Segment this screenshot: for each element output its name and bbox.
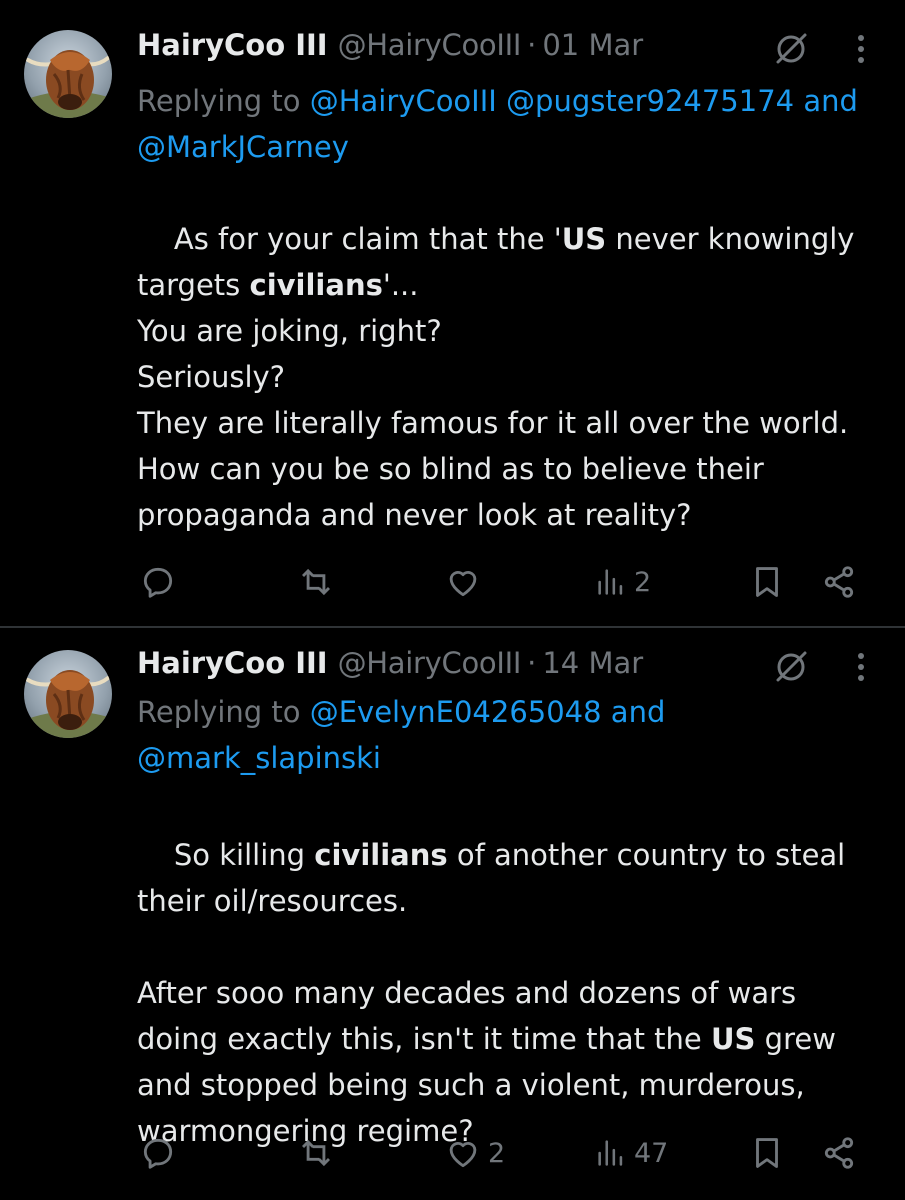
like-button[interactable] [444, 562, 488, 602]
mention-link[interactable]: @HairyCooIII @pugster92475174 [310, 84, 794, 118]
views-button[interactable]: 47 [594, 1133, 668, 1173]
share-icon [824, 1137, 854, 1169]
replying-prefix: Replying to [137, 695, 301, 729]
reply-icon [143, 1138, 173, 1169]
bold-text: civilians [314, 838, 448, 872]
handle[interactable]: @HairyCooIII [338, 646, 522, 680]
grok-icon[interactable] [772, 30, 810, 68]
bookmark-icon [756, 1138, 778, 1168]
post-date[interactable]: 01 Mar [542, 28, 643, 62]
views-icon [598, 569, 623, 595]
avatar[interactable] [24, 650, 112, 738]
display-name[interactable]: HairyCoo III [137, 28, 328, 62]
highland-cow-image [24, 50, 112, 118]
text-run: As for your claim that the ' [173, 222, 562, 256]
view-count: 2 [634, 566, 652, 598]
mention-link[interactable]: @mark_slapinski [137, 741, 381, 775]
tweet-header: HairyCoo III @HairyCooIII · 14 Mar [137, 646, 643, 686]
mention-and: and [610, 695, 666, 729]
tweet[interactable]: HairyCoo III @HairyCooIII · 14 Mar Reply… [0, 628, 905, 1200]
reply-button[interactable] [139, 1133, 183, 1173]
reply-icon [143, 567, 173, 598]
handle[interactable]: @HairyCooIII [338, 28, 522, 62]
bookmark-button[interactable] [748, 1133, 786, 1173]
action-bar: 2 [0, 562, 905, 602]
bold-text: US [711, 1022, 756, 1056]
like-icon [449, 1142, 477, 1168]
dot-separator: · [527, 646, 537, 680]
dot-separator: · [527, 28, 537, 62]
action-bar: 2 47 [0, 1133, 905, 1173]
views-icon [598, 1140, 623, 1166]
display-name[interactable]: HairyCoo III [137, 646, 328, 680]
share-button[interactable] [820, 562, 858, 602]
like-icon [449, 571, 477, 597]
text-run: So killing [173, 838, 315, 872]
replying-prefix: Replying to [137, 84, 301, 118]
avatar[interactable] [24, 30, 112, 118]
tweet-header: HairyCoo III @HairyCooIII · 01 Mar [137, 28, 643, 68]
repost-button[interactable] [297, 562, 341, 602]
post-date[interactable]: 14 Mar [542, 646, 643, 680]
mention-link[interactable]: @EvelynE04265048 [310, 695, 602, 729]
views-button[interactable]: 2 [594, 562, 651, 602]
more-icon[interactable] [848, 30, 874, 68]
mention-and: and [803, 84, 858, 118]
share-button[interactable] [820, 1133, 858, 1173]
like-count: 2 [488, 1137, 506, 1169]
repost-icon [302, 568, 330, 596]
tweet[interactable]: HairyCoo III @HairyCooIII · 01 Mar Reply… [0, 0, 905, 627]
repost-icon [302, 1139, 330, 1167]
bookmark-icon [756, 567, 778, 597]
more-icon[interactable] [848, 648, 874, 686]
text-run: '... You are joking, right? Seriously? T… [137, 268, 849, 532]
grok-icon[interactable] [772, 648, 810, 686]
bold-text: US [561, 222, 607, 256]
replying-to: Replying to @EvelynE04265048 and @mark_s… [137, 689, 877, 781]
highland-cow-image [24, 670, 112, 738]
repost-button[interactable] [297, 1133, 341, 1173]
replying-to: Replying to @HairyCooIII @pugster9247517… [137, 78, 877, 170]
view-count: 47 [634, 1137, 669, 1169]
mention-link[interactable]: @MarkJCarney [137, 130, 349, 164]
bold-text: civilians [249, 268, 383, 302]
tweet-text: As for your claim that the 'US never kno… [137, 170, 882, 584]
reply-button[interactable] [139, 562, 183, 602]
share-icon [824, 566, 854, 598]
bookmark-button[interactable] [748, 562, 786, 602]
like-button[interactable]: 2 [444, 1133, 505, 1173]
